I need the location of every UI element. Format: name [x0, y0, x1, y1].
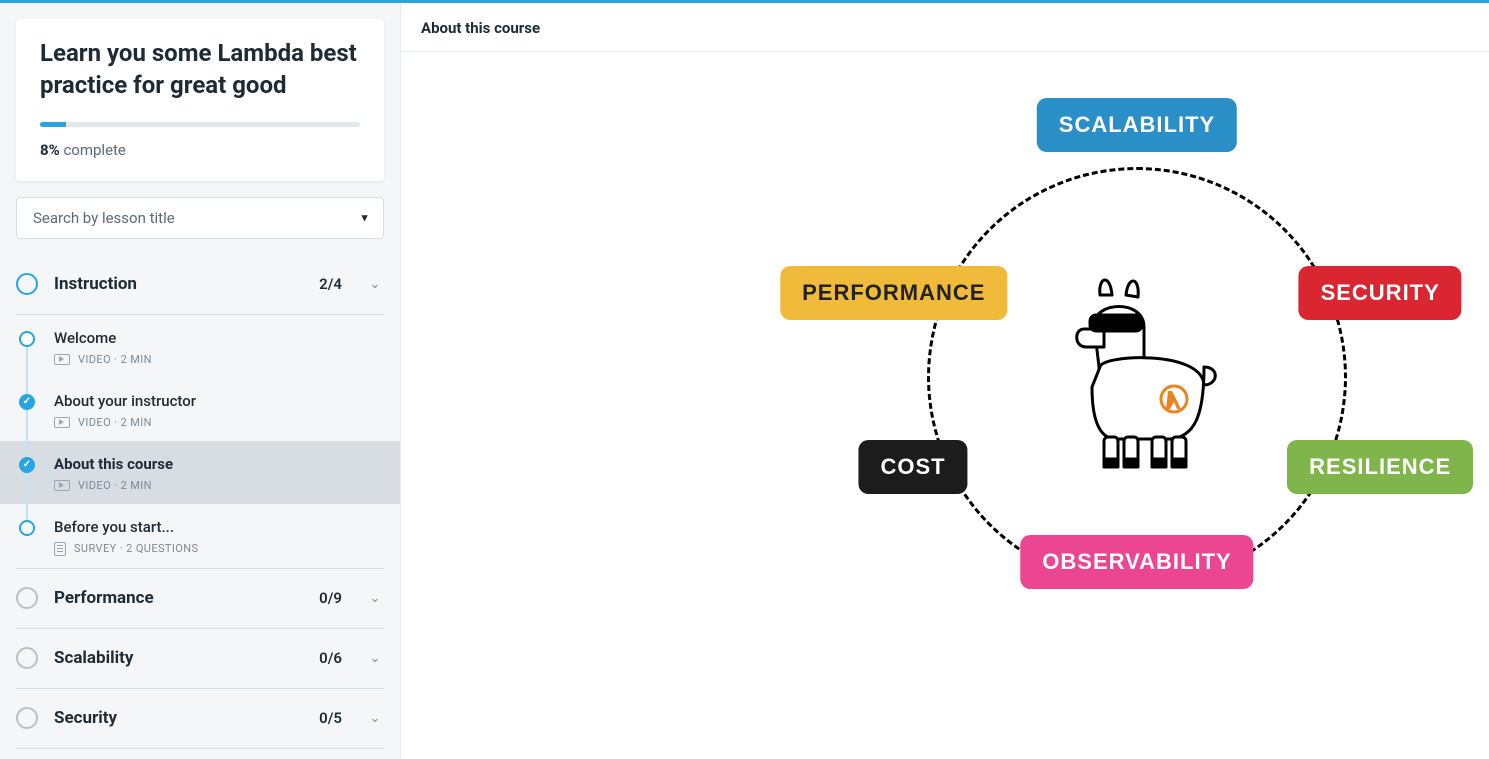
section-header-scalability[interactable]: Scalability 0/6 ⌄	[16, 629, 384, 689]
section-header-resilience[interactable]: Resilience0/4⌄	[16, 749, 384, 759]
section-count: 2/4	[319, 275, 342, 293]
lesson-rail	[16, 455, 38, 492]
progress-word: complete	[63, 141, 125, 159]
progress-label: 8% complete	[40, 141, 360, 159]
lesson-meta-text: VIDEO · 2 MIN	[78, 353, 152, 366]
pill-cost: COST	[858, 440, 967, 494]
section-count: 0/5	[319, 709, 342, 727]
section-title: Performance	[54, 588, 303, 608]
pill-resilience: RESILIENCE	[1287, 440, 1473, 494]
section-header-instruction[interactable]: Instruction 2/4 ⌄	[16, 255, 384, 315]
lesson-meta: SURVEY · 2 QUESTIONS	[54, 542, 384, 556]
search-placeholder: Search by lesson title	[33, 209, 175, 227]
lesson-rail	[16, 329, 38, 366]
lesson-meta: VIDEO · 2 MIN	[54, 479, 384, 492]
lesson-status-dot	[19, 520, 35, 536]
lesson-meta-text: VIDEO · 2 MIN	[78, 416, 152, 429]
section-header-security[interactable]: Security 0/5 ⌄	[16, 689, 384, 749]
survey-icon	[54, 542, 66, 556]
course-title: Learn you some Lambda best practice for …	[40, 37, 360, 102]
lesson-status-dot	[19, 394, 35, 410]
section-status-ring	[16, 707, 38, 729]
search-dropdown[interactable]: Search by lesson title	[16, 197, 384, 239]
section-title: Instruction	[54, 274, 303, 294]
lesson-body: About this course VIDEO · 2 MIN	[54, 455, 384, 492]
lesson-item[interactable]: About this course VIDEO · 2 MIN	[0, 441, 400, 504]
chevron-down-icon: ⌄	[366, 711, 384, 726]
lesson-rail	[16, 392, 38, 429]
lesson-item[interactable]: Before you start... SURVEY · 2 QUESTIONS	[16, 504, 384, 568]
app-shell: Learn you some Lambda best practice for …	[0, 3, 1489, 759]
progress-percent: 8%	[40, 141, 60, 159]
video-icon	[54, 354, 70, 365]
chevron-down-icon: ⌄	[366, 651, 384, 666]
pill-security: SECURITY	[1299, 266, 1462, 320]
main-panel: About this course SCALABILITY PERFORMANC…	[400, 3, 1489, 759]
lesson-meta-text: SURVEY · 2 QUESTIONS	[74, 542, 198, 555]
section-count: 0/9	[319, 589, 342, 607]
progress-fill	[40, 122, 66, 127]
section-count: 0/6	[319, 649, 342, 667]
lesson-body: Welcome VIDEO · 2 MIN	[54, 329, 384, 366]
lesson-title: About this course	[54, 455, 384, 473]
video-icon	[54, 417, 70, 428]
lesson-title: About your instructor	[54, 392, 384, 410]
lesson-title: Before you start...	[54, 518, 384, 536]
lesson-item[interactable]: About your instructor VIDEO · 2 MIN	[16, 378, 384, 441]
pill-observability: OBSERVABILITY	[1020, 535, 1253, 589]
section-title: Security	[54, 708, 303, 728]
topics-diagram: SCALABILITY PERFORMANCE SECURITY COST RE…	[817, 97, 1457, 657]
section-status-ring	[16, 647, 38, 669]
lesson-search: Search by lesson title ▼	[16, 197, 384, 239]
lesson-body: About your instructor VIDEO · 2 MIN	[54, 392, 384, 429]
section-status-ring	[16, 587, 38, 609]
lesson-heading: About this course	[421, 19, 1469, 37]
lesson-header: About this course	[401, 3, 1489, 52]
lesson-canvas: SCALABILITY PERFORMANCE SECURITY COST RE…	[401, 52, 1489, 759]
llama-mascot-icon	[1052, 267, 1222, 477]
lesson-list: WelcomeVIDEO · 2 MINAbout your instructo…	[16, 315, 384, 569]
lesson-status-dot	[19, 457, 35, 473]
lesson-item[interactable]: Welcome VIDEO · 2 MIN	[16, 315, 384, 378]
pill-scalability: SCALABILITY	[1037, 98, 1237, 152]
lesson-meta: VIDEO · 2 MIN	[54, 416, 384, 429]
progress-bar	[40, 122, 360, 127]
course-sidebar: Learn you some Lambda best practice for …	[0, 3, 400, 759]
chevron-down-icon: ⌄	[366, 277, 384, 292]
section-title: Scalability	[54, 648, 303, 668]
lesson-meta: VIDEO · 2 MIN	[54, 353, 384, 366]
course-summary-card: Learn you some Lambda best practice for …	[16, 19, 384, 181]
video-icon	[54, 480, 70, 491]
lesson-meta-text: VIDEO · 2 MIN	[78, 479, 152, 492]
lesson-title: Welcome	[54, 329, 384, 347]
section-header-performance[interactable]: Performance 0/9 ⌄	[16, 569, 384, 629]
lesson-body: Before you start... SURVEY · 2 QUESTIONS	[54, 518, 384, 556]
lesson-rail	[16, 518, 38, 556]
section-status-ring	[16, 273, 38, 295]
section-list: Instruction2/4⌄WelcomeVIDEO · 2 MINAbout…	[16, 255, 384, 759]
pill-performance: PERFORMANCE	[780, 266, 1007, 320]
lesson-status-dot	[19, 331, 35, 347]
chevron-down-icon: ⌄	[366, 591, 384, 606]
